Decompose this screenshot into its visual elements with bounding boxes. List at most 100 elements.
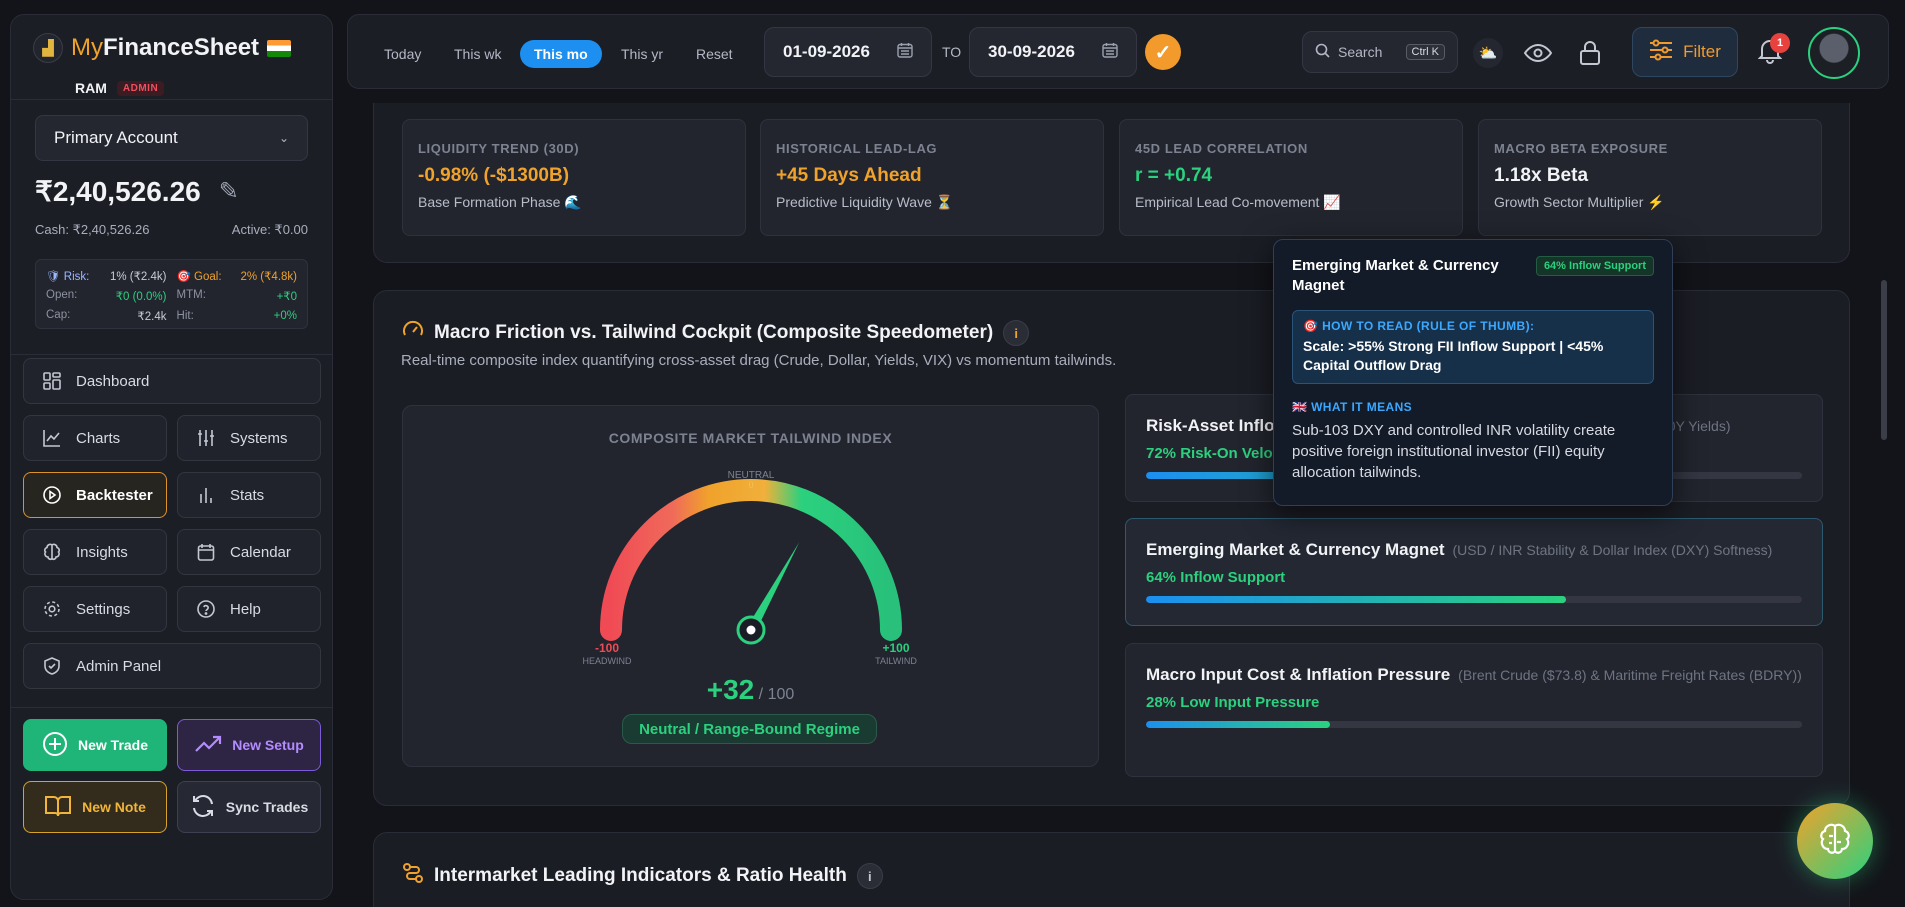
calendar-icon: [897, 42, 913, 63]
to-label: TO: [942, 44, 962, 60]
range-this-year[interactable]: This yr: [607, 40, 677, 68]
account-select[interactable]: Primary Account ⌄: [35, 115, 308, 161]
line-chart-icon: [42, 428, 62, 448]
gauge-panel: COMPOSITE MARKET TAILWIND INDEX NEUTRAL …: [402, 405, 1099, 767]
gauge-score: +32 / 100: [706, 674, 795, 705]
metric-value: 64% Inflow Support: [1146, 569, 1286, 586]
calendar-icon: [1102, 42, 1118, 63]
calendar-icon: [196, 542, 216, 562]
account-select-value: Primary Account: [54, 128, 178, 147]
stat-label: 45D LEAD CORRELATION: [1135, 141, 1308, 156]
nav-calendar[interactable]: Calendar: [177, 529, 321, 575]
nav-help[interactable]: Help: [177, 586, 321, 632]
notification-count-badge: 1: [1770, 33, 1790, 53]
bar-chart-icon: [196, 485, 216, 505]
logo-icon: ▟: [33, 33, 63, 63]
stat-sub: Base Formation Phase 🌊: [418, 194, 582, 210]
nav-dashboard[interactable]: Dashboard: [23, 358, 321, 404]
role-badge: ADMIN: [116, 80, 165, 96]
sliders-icon: [196, 428, 216, 448]
book-icon: [44, 794, 72, 821]
metric-tooltip: Emerging Market & Currency Magnet 64% In…: [1273, 239, 1673, 506]
filter-sliders-icon: [1649, 39, 1673, 66]
date-to-input[interactable]: 30-09-2026: [969, 27, 1137, 77]
nav-admin-panel[interactable]: Admin Panel: [23, 643, 321, 689]
apply-date-button[interactable]: ✓: [1145, 34, 1181, 70]
tooltip-rule-box: 🎯 HOW TO READ (RULE OF THUMB): Scale: >5…: [1292, 310, 1654, 384]
shield-check-icon: [42, 656, 62, 676]
tooltip-rule-text: Scale: >55% Strong FII Inflow Support | …: [1303, 338, 1604, 373]
account-balance: ₹2,40,526.26: [35, 176, 201, 207]
nav-charts[interactable]: Charts: [23, 415, 167, 461]
metric-em-currency-magnet[interactable]: Emerging Market & Currency Magnet (USD / …: [1125, 518, 1823, 626]
lock-icon[interactable]: [1572, 35, 1608, 71]
notifications-button[interactable]: 1: [1752, 33, 1790, 71]
info-icon[interactable]: i: [856, 863, 883, 889]
stat-label: LIQUIDITY TREND (30D): [418, 141, 580, 156]
stat-lead-correlation: 45D LEAD CORRELATION r = +0.74 Empirical…: [1119, 119, 1463, 236]
avatar[interactable]: [1808, 27, 1860, 79]
nav-backtester[interactable]: Backtester: [23, 472, 167, 518]
metric-value: 28% Low Input Pressure: [1146, 694, 1320, 711]
stat-label: MACRO BETA EXPOSURE: [1494, 141, 1668, 156]
search-button[interactable]: Search Ctrl K: [1302, 31, 1458, 73]
brand-name: MyFinanceSheet: [71, 34, 292, 62]
range-this-week[interactable]: This wk: [440, 40, 515, 68]
cockpit-title: Macro Friction vs. Tailwind Cockpit (Com…: [402, 319, 1030, 347]
filter-button[interactable]: Filter: [1632, 27, 1738, 77]
gauge-min-label: HEADWIND: [583, 656, 632, 666]
gauge-max: +100: [882, 641, 909, 655]
eye-icon[interactable]: [1520, 35, 1556, 71]
edit-pencil-icon[interactable]: ✎: [219, 177, 239, 206]
ai-assistant-button[interactable]: [1797, 803, 1873, 879]
cockpit-subtitle: Real-time composite index quantifying cr…: [401, 352, 1117, 369]
gauge-max-label: TAILWIND: [875, 656, 917, 666]
new-trade-button[interactable]: New Trade: [23, 719, 167, 771]
sync-trades-button[interactable]: Sync Trades: [177, 781, 321, 833]
date-from-input[interactable]: 01-09-2026: [764, 27, 932, 77]
top-header: Today This wk This mo This yr Reset 01-0…: [347, 14, 1889, 89]
stat-sub: Empirical Lead Co-movement 📈: [1135, 194, 1341, 210]
metric-progress-bar: [1146, 596, 1802, 603]
help-icon: [196, 599, 216, 619]
trend-up-icon: [194, 734, 222, 757]
nav-systems[interactable]: Systems: [177, 415, 321, 461]
cash-value: Cash: ₹2,40,526.26: [35, 222, 150, 237]
metric-input-cost-inflation[interactable]: Macro Input Cost & Inflation Pressure (Br…: [1125, 643, 1823, 777]
gauge-min: -100: [595, 641, 619, 655]
new-note-button[interactable]: New Note: [23, 781, 167, 833]
shortcut-hint: Ctrl K: [1405, 44, 1445, 60]
new-setup-button[interactable]: New Setup: [177, 719, 321, 771]
weather-icon[interactable]: ⛅: [1470, 35, 1506, 71]
user-name: RAM: [75, 80, 107, 96]
chevron-down-icon: ⌄: [278, 131, 289, 145]
route-icon: [402, 862, 424, 890]
brand[interactable]: ▟ MyFinanceSheet: [33, 33, 292, 63]
range-today[interactable]: Today: [370, 40, 435, 68]
range-reset[interactable]: Reset: [682, 40, 747, 68]
gear-icon: [42, 599, 62, 619]
gauge-arc: [600, 479, 902, 641]
nav-stats[interactable]: Stats: [177, 472, 321, 518]
nav-settings[interactable]: Settings: [23, 586, 167, 632]
scrollbar-thumb[interactable]: [1881, 280, 1887, 440]
tooltip-means-text: Sub-103 DXY and controlled INR volatilit…: [1292, 422, 1616, 481]
stat-lead-lag: HISTORICAL LEAD-LAG +45 Days Ahead Predi…: [760, 119, 1104, 236]
stat-sub: Growth Sector Multiplier ⚡: [1494, 194, 1665, 210]
india-flag-icon: [267, 40, 292, 58]
nav-insights[interactable]: Insights: [23, 529, 167, 575]
tooltip-title: Emerging Market & Currency Magnet: [1292, 257, 1499, 294]
info-icon[interactable]: i: [1003, 320, 1030, 346]
metric-progress-bar: [1146, 721, 1802, 728]
stat-value: r = +0.74: [1135, 165, 1213, 186]
stat-liquidity-trend: LIQUIDITY TREND (30D) -0.98% (-$1300B) B…: [402, 119, 746, 236]
stat-sub: Predictive Liquidity Wave ⏳: [776, 194, 954, 210]
tooltip-badge: 64% Inflow Support: [1535, 256, 1654, 276]
stat-macro-beta: MACRO BETA EXPOSURE 1.18x Beta Growth Se…: [1478, 119, 1822, 236]
brain-icon: [42, 542, 62, 562]
check-icon: ✓: [1154, 41, 1172, 64]
stat-label: HISTORICAL LEAD-LAG: [776, 141, 938, 156]
search-icon: [1315, 43, 1330, 61]
range-this-month[interactable]: This mo: [520, 40, 602, 68]
regime-badge: Neutral / Range-Bound Regime: [622, 714, 877, 744]
